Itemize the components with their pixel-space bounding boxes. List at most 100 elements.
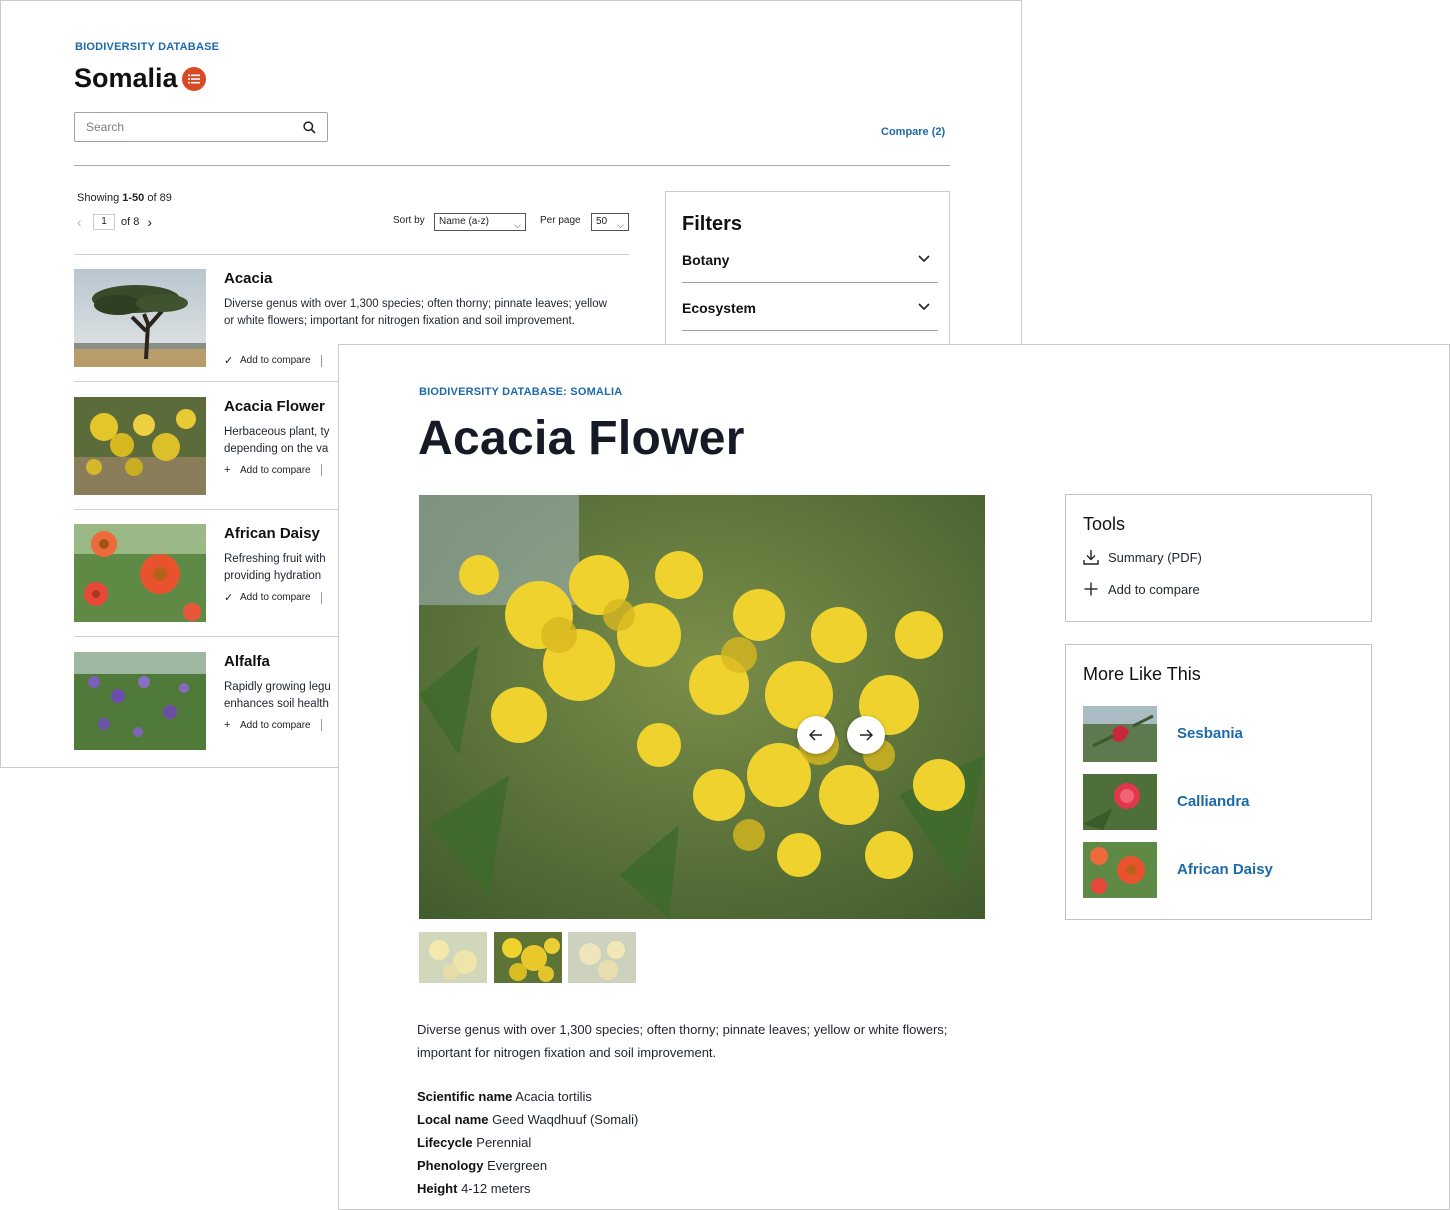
sesbania-thumbnail [1083, 706, 1157, 762]
download-icon [1083, 549, 1099, 565]
divider [74, 254, 629, 255]
detail-eyebrow: BIODIVERSITY DATABASE: SOMALIA [419, 386, 623, 398]
add-to-compare-label: Add to compare [240, 592, 311, 603]
divider [74, 165, 950, 166]
item-name[interactable]: Alfalfa [224, 653, 270, 670]
chevron-down-icon: ⌵ [514, 220, 521, 230]
per-page-select[interactable]: 50 ⌵ [591, 213, 629, 231]
filter-label: Ecosystem [682, 300, 756, 316]
add-to-compare-button[interactable]: ✓ Add to compare [224, 591, 322, 604]
plus-icon: + [224, 719, 231, 731]
detail-title: Acacia Flower [418, 412, 745, 465]
page-number-input[interactable]: 1 [93, 214, 115, 230]
hero-image [419, 495, 985, 919]
filters-title: Filters [682, 213, 743, 235]
plus-icon: + [224, 464, 231, 476]
item-description: Herbaceous plant, ty depending on the va [224, 426, 330, 455]
search-input[interactable] [76, 114, 296, 140]
gallery-thumbnail[interactable] [568, 932, 636, 983]
divider [682, 330, 938, 331]
add-to-compare-label: Add to compare [240, 464, 311, 476]
acacia-flower-thumbnail[interactable] [74, 397, 206, 495]
detail-description: Diverse genus with over 1,300 species; o… [417, 1022, 948, 1060]
pagination: ‹ 1 of 8 › [77, 213, 152, 231]
facts-list: Scientific name Acacia tortilis Local na… [417, 1085, 638, 1200]
fact-label: Phenology [417, 1158, 484, 1173]
fact-value: 4-12 meters [461, 1181, 531, 1196]
plus-icon [1083, 581, 1099, 597]
related-item[interactable]: Sesbania [1083, 706, 1353, 762]
arrow-right-icon [860, 729, 873, 741]
chevron-down-icon [918, 303, 930, 311]
add-to-compare-button[interactable]: Add to compare [1083, 581, 1200, 597]
page-title: Somalia [74, 63, 178, 93]
related-item-name[interactable]: Calliandra [1177, 793, 1250, 810]
african-daisy-thumbnail[interactable] [74, 524, 206, 622]
separator [320, 591, 322, 604]
search-box [74, 112, 328, 142]
separator [320, 719, 322, 731]
add-to-compare-button[interactable]: ✓ Add to compare [224, 354, 322, 367]
page-total: of 8 [121, 216, 140, 228]
item-description: Diverse genus with over 1,300 species; o… [224, 298, 607, 327]
fact-height: Height 4-12 meters [417, 1177, 638, 1200]
fact-value: Evergreen [487, 1158, 548, 1173]
check-icon: ✓ [224, 592, 234, 604]
separator [320, 464, 322, 476]
carousel-prev-button[interactable] [797, 716, 835, 754]
summary-pdf-button[interactable]: Summary (PDF) [1083, 549, 1202, 565]
acacia-thumbnail[interactable] [74, 269, 206, 367]
compare-link[interactable]: Compare (2) [881, 126, 945, 138]
sort-select[interactable]: Name (a-z) ⌵ [434, 213, 526, 231]
gallery-thumbnail-active[interactable] [494, 932, 562, 983]
results-count-prefix: Showing [77, 192, 123, 204]
related-item[interactable]: African Daisy [1083, 842, 1353, 898]
fact-lifecycle: Lifecycle Perennial [417, 1131, 638, 1154]
fact-local-name: Local name Geed Waqdhuuf (Somali) [417, 1108, 638, 1131]
sort-label: Sort by [393, 215, 425, 226]
per-page-label: Per page [540, 215, 581, 226]
chevron-left-icon[interactable]: ‹ [77, 214, 91, 230]
african-daisy-thumbnail [1083, 842, 1157, 898]
fact-value: Acacia tortilis [515, 1089, 592, 1104]
separator [320, 354, 322, 367]
fact-value: Perennial [476, 1135, 532, 1150]
detail-window: BIODIVERSITY DATABASE: SOMALIA Acacia Fl… [338, 344, 1450, 1210]
summary-pdf-label: Summary (PDF) [1108, 549, 1202, 565]
add-to-compare-label: Add to compare [1108, 581, 1200, 597]
fact-phenology: Phenology Evergreen [417, 1154, 638, 1177]
list-icon[interactable] [182, 67, 206, 91]
item-name[interactable]: African Daisy [224, 525, 320, 542]
fact-scientific-name: Scientific name Acacia tortilis [417, 1085, 638, 1108]
chevron-down-icon: ⌵ [617, 220, 624, 230]
tools-panel: Tools Summary (PDF) Add to compare [1065, 494, 1372, 622]
sort-select-value: Name (a-z) [439, 216, 490, 227]
fact-label: Lifecycle [417, 1135, 473, 1150]
chevron-right-icon[interactable]: › [147, 214, 152, 230]
tools-title: Tools [1083, 514, 1126, 534]
item-description: Refreshing fruit with providing hydratio… [224, 553, 326, 582]
listing-eyebrow: BIODIVERSITY DATABASE [75, 41, 220, 53]
more-like-this-panel: More Like This Sesbania Calliandra Afric… [1065, 644, 1372, 920]
add-to-compare-label: Add to compare [240, 355, 311, 366]
add-to-compare-button[interactable]: + Add to compare [224, 464, 322, 476]
divider [682, 282, 938, 283]
related-item-name[interactable]: Sesbania [1177, 725, 1243, 742]
search-icon[interactable] [303, 121, 316, 134]
fact-label: Scientific name [417, 1089, 513, 1104]
add-to-compare-button[interactable]: + Add to compare [224, 719, 322, 731]
gallery-thumbnail[interactable] [419, 932, 487, 983]
carousel-next-button[interactable] [847, 716, 885, 754]
item-name[interactable]: Acacia Flower [224, 398, 325, 415]
alfalfa-thumbnail[interactable] [74, 652, 206, 750]
fact-label: Height [417, 1181, 458, 1196]
arrow-left-icon [809, 729, 822, 741]
results-count-range: 1-50 [122, 192, 145, 204]
results-count-suffix: of 89 [144, 192, 172, 204]
related-item[interactable]: Calliandra [1083, 774, 1353, 830]
item-name[interactable]: Acacia [224, 270, 272, 287]
related-item-name[interactable]: African Daisy [1177, 861, 1273, 878]
fact-value: Geed Waqdhuuf (Somali) [492, 1112, 639, 1127]
add-to-compare-label: Add to compare [240, 719, 311, 731]
fact-label: Local name [417, 1112, 489, 1127]
